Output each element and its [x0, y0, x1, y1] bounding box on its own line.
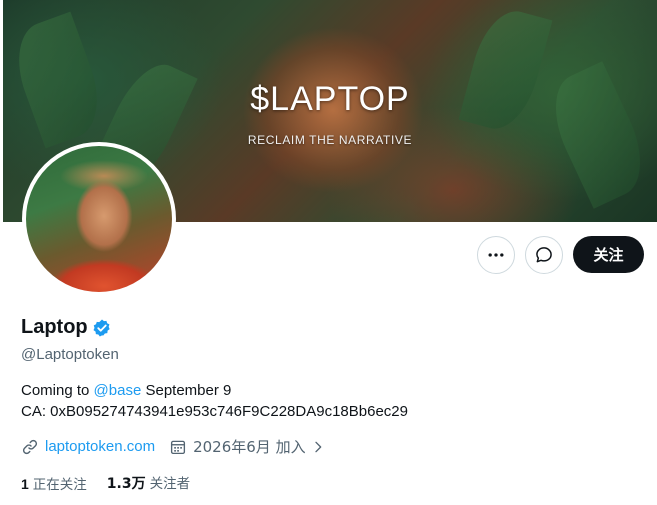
display-name: Laptop	[21, 316, 88, 338]
calendar-icon	[171, 440, 186, 454]
message-button[interactable]	[525, 236, 563, 274]
followers-count: 1.3万	[106, 476, 146, 492]
more-options-button[interactable]	[477, 236, 515, 274]
verified-badge-icon[interactable]	[92, 318, 112, 338]
following-stat[interactable]: 1 正在关注	[21, 473, 87, 493]
profile-stats: 1 正在关注 1.3万 关注者	[21, 472, 210, 493]
chevron-right-icon	[314, 441, 321, 452]
bio-prefix: Coming to	[21, 382, 94, 399]
joined-date: 2026年6月 加入	[193, 438, 306, 456]
profile-avatar[interactable]	[22, 142, 176, 296]
profile-meta-row: laptoptoken.com 2026年6月 加入	[21, 436, 340, 457]
bio-mention-link[interactable]: @base	[94, 382, 142, 399]
profile-name-row: Laptop	[21, 316, 112, 339]
bio-line-1: Coming to @base September 9	[21, 380, 408, 401]
bio-line-2: CA: 0xB095274743941e953c746F9C228DA9c18B…	[21, 403, 408, 420]
website-link[interactable]: laptoptoken.com	[45, 438, 155, 455]
following-count: 1	[21, 475, 29, 492]
profile-handle: @Laptoptoken	[21, 346, 119, 363]
bio-suffix: September 9	[141, 382, 232, 399]
followers-stat[interactable]: 1.3万 关注者	[107, 472, 190, 493]
profile-bio: Coming to @base September 9 CA: 0xB09527…	[21, 380, 408, 422]
message-icon	[536, 247, 552, 263]
link-icon	[22, 439, 38, 454]
following-label: 正在关注	[32, 476, 87, 493]
follow-button[interactable]: 关注	[573, 236, 644, 273]
banner-title: $LAPTOP	[250, 80, 410, 118]
website-item[interactable]: laptoptoken.com	[21, 438, 155, 456]
followers-label: 关注者	[149, 476, 191, 492]
joined-item[interactable]: 2026年6月 加入	[169, 436, 326, 457]
more-icon	[488, 253, 504, 257]
